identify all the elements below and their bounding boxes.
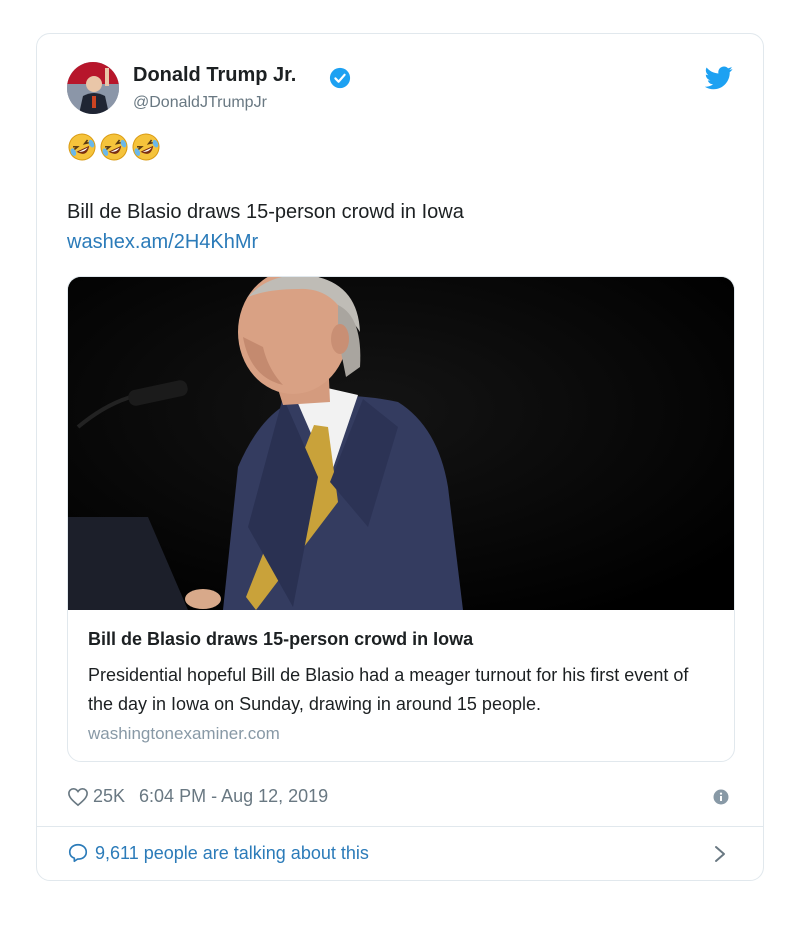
link-card-description: Presidential hopeful Bill de Blasio had …	[88, 665, 689, 714]
link-preview-image[interactable]	[68, 277, 734, 610]
link-card-domain: washingtonexaminer.com	[88, 724, 280, 743]
heart-icon[interactable]	[67, 787, 89, 807]
like-count[interactable]: 25K	[93, 786, 125, 807]
rolling-laughing-emoji-icon	[132, 133, 160, 161]
link-card-title[interactable]: Bill de Blasio draws 15-person crowd in …	[88, 629, 473, 650]
emoji-row	[67, 132, 161, 162]
verified-badge-icon	[329, 67, 351, 89]
rolling-laughing-emoji-icon	[68, 133, 96, 161]
tweet-text: Bill de Blasio draws 15-person crowd in …	[67, 201, 464, 223]
tweet-embed-card: Donald Trump Jr. @DonaldJTrumpJr Bill de…	[36, 33, 764, 881]
twitter-bird-icon[interactable]	[705, 66, 733, 90]
tweet-timestamp[interactable]: 6:04 PM - Aug 12, 2019	[139, 786, 328, 807]
talking-count-text[interactable]: 9,611 people are talking about this	[95, 843, 369, 864]
tweet-link[interactable]: washex.am/2H4KhMr	[67, 231, 258, 254]
tweet-meta: 25K 6:04 PM - Aug 12, 2019	[67, 786, 328, 807]
speech-bubble-icon	[67, 842, 89, 864]
author-name[interactable]: Donald Trump Jr.	[133, 64, 296, 87]
divider	[37, 826, 763, 827]
info-icon[interactable]	[713, 789, 729, 805]
author-handle[interactable]: @DonaldJTrumpJr	[133, 94, 267, 112]
rolling-laughing-emoji-icon	[100, 133, 128, 161]
avatar[interactable]	[67, 62, 119, 114]
link-preview-card[interactable]: Bill de Blasio draws 15-person crowd in …	[67, 276, 735, 762]
conversation-link[interactable]: 9,611 people are talking about this	[67, 842, 369, 864]
chevron-right-icon[interactable]	[713, 844, 727, 864]
